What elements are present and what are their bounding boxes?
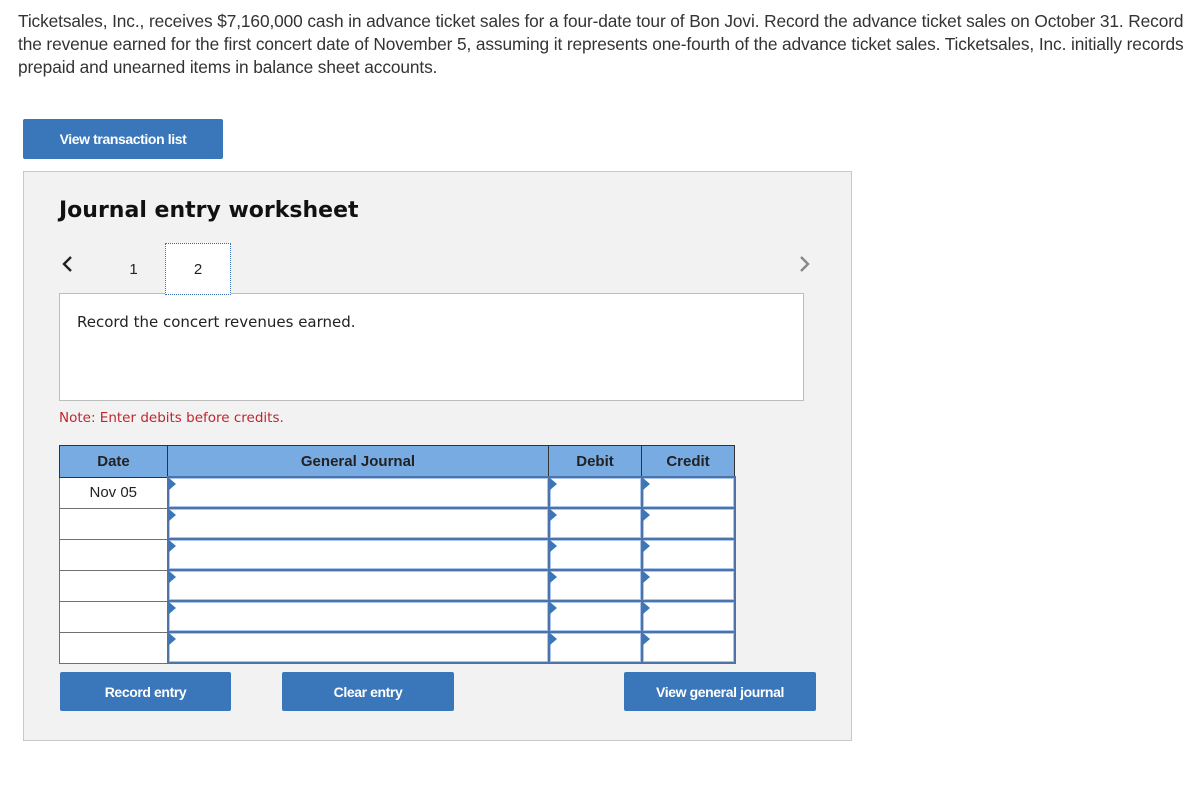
cell-marker-icon bbox=[642, 633, 650, 645]
journal-entry-worksheet: Journal entry worksheet 1 2 Record the c… bbox=[23, 171, 852, 741]
view-general-journal-button[interactable]: View general journal bbox=[624, 672, 816, 711]
column-header-debit: Debit bbox=[548, 445, 642, 478]
chevron-right-icon bbox=[800, 256, 810, 272]
cell-marker-icon bbox=[642, 478, 650, 490]
debit-field-cell bbox=[547, 600, 643, 633]
credit-field[interactable] bbox=[642, 478, 734, 507]
credit-field-cell bbox=[640, 476, 736, 509]
cell-marker-icon bbox=[168, 571, 176, 583]
cell-marker-icon bbox=[642, 571, 650, 583]
worksheet-title: Journal entry worksheet bbox=[59, 198, 359, 223]
cell-marker-icon bbox=[549, 602, 557, 614]
account-field[interactable] bbox=[168, 571, 548, 600]
cell-marker-icon bbox=[168, 602, 176, 614]
account-field[interactable] bbox=[168, 478, 548, 507]
debit-field-cell bbox=[547, 476, 643, 509]
credit-field[interactable] bbox=[642, 602, 734, 631]
tab-entry-1[interactable]: 1 bbox=[116, 244, 151, 294]
column-header-date: Date bbox=[59, 445, 168, 478]
cell-marker-icon bbox=[642, 540, 650, 552]
account-field-cell bbox=[166, 569, 550, 602]
date-cell bbox=[59, 507, 168, 540]
debit-field[interactable] bbox=[549, 540, 641, 569]
journal-row bbox=[59, 600, 736, 633]
debit-field[interactable] bbox=[549, 478, 641, 507]
column-header-general-journal: General Journal bbox=[167, 445, 549, 478]
entry-description: Record the concert revenues earned. bbox=[77, 313, 356, 331]
column-header-credit: Credit bbox=[641, 445, 735, 478]
credit-field[interactable] bbox=[642, 509, 734, 538]
credit-field-cell bbox=[640, 507, 736, 540]
debit-field[interactable] bbox=[549, 602, 641, 631]
credit-field-cell bbox=[640, 538, 736, 571]
debits-before-credits-note: Note: Enter debits before credits. bbox=[59, 410, 284, 426]
cell-marker-icon bbox=[168, 478, 176, 490]
journal-row bbox=[59, 631, 736, 664]
account-field[interactable] bbox=[168, 540, 548, 569]
date-cell bbox=[59, 569, 168, 602]
account-field[interactable] bbox=[168, 602, 548, 631]
account-field-cell bbox=[166, 600, 550, 633]
cell-marker-icon bbox=[168, 509, 176, 521]
record-entry-button[interactable]: Record entry bbox=[60, 672, 231, 711]
account-field-cell bbox=[166, 476, 550, 509]
debit-field-cell bbox=[547, 507, 643, 540]
journal-row bbox=[59, 507, 736, 540]
account-field-cell bbox=[166, 538, 550, 571]
date-cell bbox=[59, 600, 168, 633]
debit-field-cell bbox=[547, 538, 643, 571]
cell-marker-icon bbox=[549, 571, 557, 583]
debit-field-cell bbox=[547, 569, 643, 602]
account-field[interactable] bbox=[168, 633, 548, 662]
debit-field[interactable] bbox=[549, 633, 641, 662]
cell-marker-icon bbox=[549, 509, 557, 521]
credit-field-cell bbox=[640, 569, 736, 602]
account-field[interactable] bbox=[168, 509, 548, 538]
credit-field[interactable] bbox=[642, 571, 734, 600]
clear-entry-button[interactable]: Clear entry bbox=[282, 672, 454, 711]
account-field-cell bbox=[166, 631, 550, 664]
cell-marker-icon bbox=[549, 633, 557, 645]
journal-header-row: Date General Journal Debit Credit bbox=[59, 445, 735, 478]
next-entry-button[interactable] bbox=[794, 252, 814, 276]
cell-marker-icon bbox=[549, 540, 557, 552]
previous-entry-button[interactable] bbox=[58, 252, 78, 276]
cell-marker-icon bbox=[642, 602, 650, 614]
date-cell: Nov 05 bbox=[59, 476, 168, 509]
date-cell bbox=[59, 538, 168, 571]
credit-field-cell bbox=[640, 631, 736, 664]
journal-row: Nov 05 bbox=[59, 476, 736, 509]
date-cell bbox=[59, 631, 168, 664]
debit-field-cell bbox=[547, 631, 643, 664]
cell-marker-icon bbox=[642, 509, 650, 521]
debit-field[interactable] bbox=[549, 509, 641, 538]
chevron-left-icon bbox=[62, 256, 72, 272]
credit-field[interactable] bbox=[642, 540, 734, 569]
cell-marker-icon bbox=[168, 540, 176, 552]
journal-row bbox=[59, 538, 736, 571]
problem-statement: Ticketsales, Inc., receives $7,160,000 c… bbox=[18, 11, 1184, 77]
credit-field-cell bbox=[640, 600, 736, 633]
entry-description-box: Record the concert revenues earned. bbox=[59, 293, 804, 401]
credit-field[interactable] bbox=[642, 633, 734, 662]
tab-entry-2[interactable]: 2 bbox=[165, 243, 231, 295]
cell-marker-icon bbox=[168, 633, 176, 645]
journal-row bbox=[59, 569, 736, 602]
journal-table: Date General Journal Debit Credit Nov 05 bbox=[59, 445, 736, 664]
debit-field[interactable] bbox=[549, 571, 641, 600]
view-transaction-list-button[interactable]: View transaction list bbox=[23, 119, 223, 159]
cell-marker-icon bbox=[549, 478, 557, 490]
account-field-cell bbox=[166, 507, 550, 540]
